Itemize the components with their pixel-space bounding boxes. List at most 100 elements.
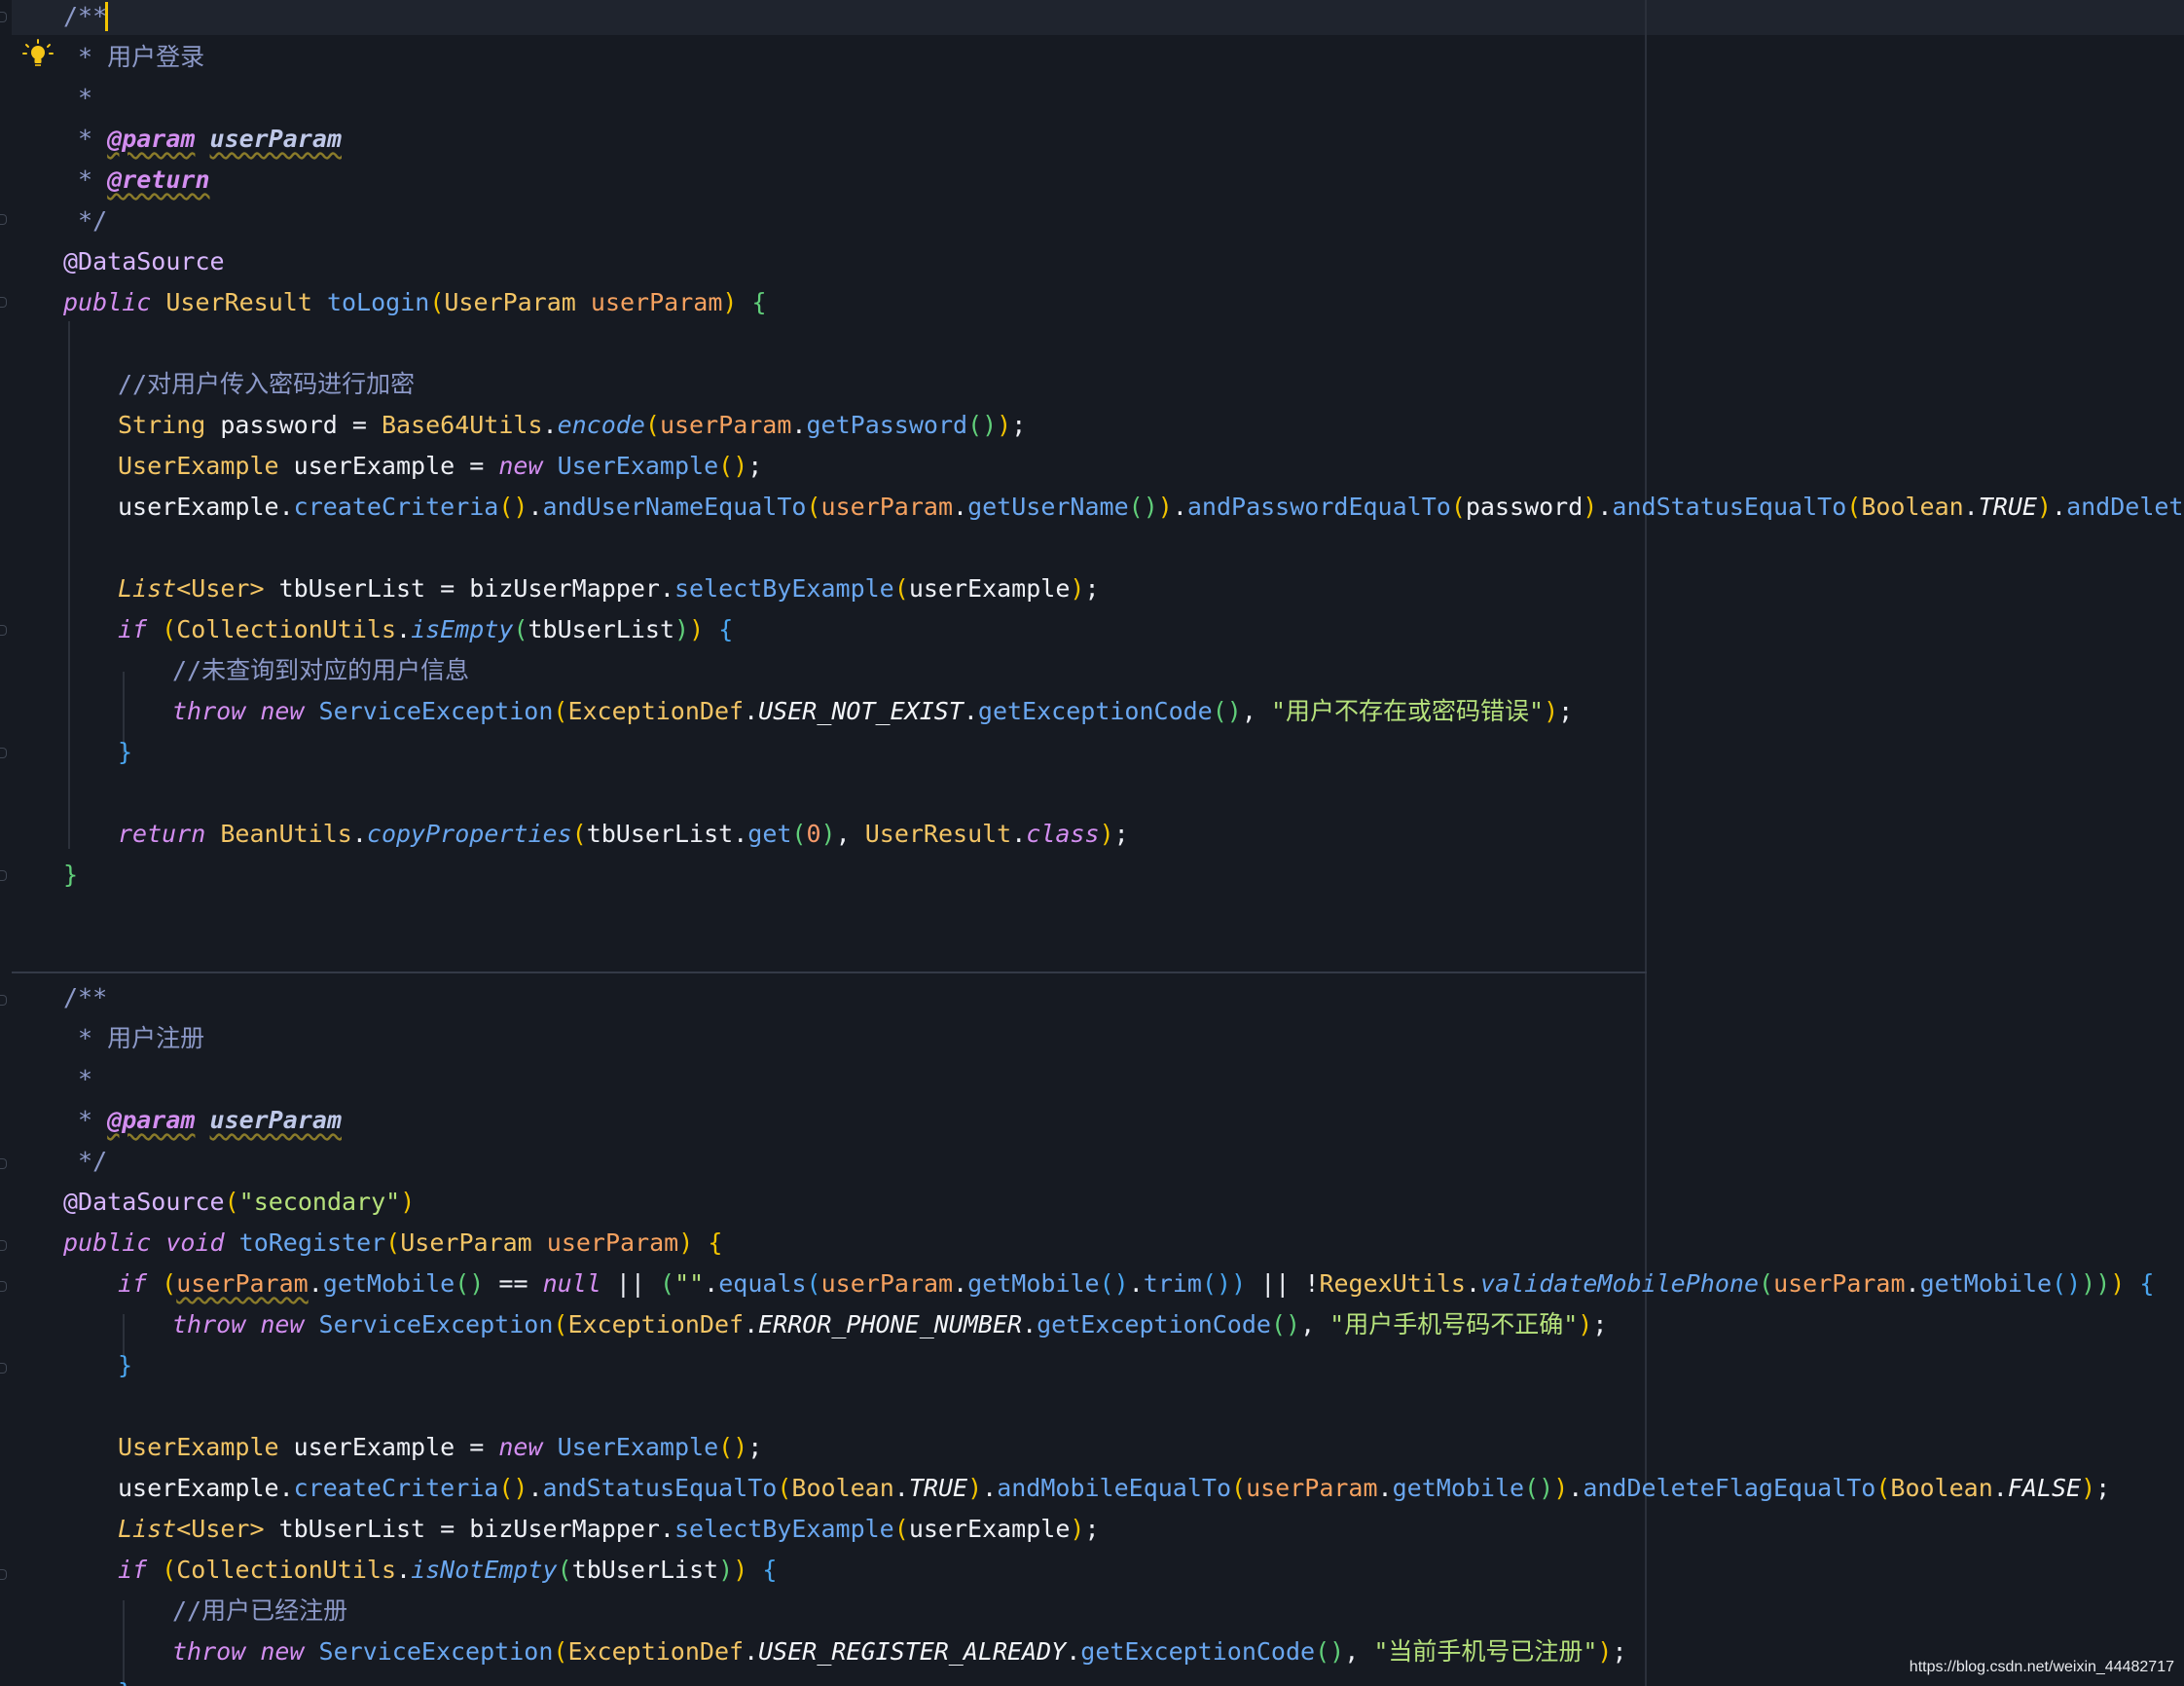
code-line: return BeanUtils.copyProperties(tbUserLi… <box>118 814 1129 855</box>
string-token: "" <box>674 1269 705 1298</box>
semicolon-token: ; <box>1558 697 1574 725</box>
code-line: throw new ServiceException(ExceptionDef.… <box>172 691 1573 732</box>
fold-marker[interactable] <box>0 995 7 1006</box>
dot-token: . <box>351 820 367 848</box>
javadoc-param-name: userParam <box>209 1106 342 1134</box>
code-line: * <box>63 78 92 119</box>
comment-token: * <box>63 125 108 153</box>
identifier-token: tbUserList = bizUserMapper. <box>264 1515 674 1543</box>
paren-token: ( <box>385 1228 401 1257</box>
method-name-token: getExceptionCode <box>1080 1637 1316 1666</box>
keyword-token: new <box>498 1433 543 1461</box>
keyword-token: if <box>118 1556 148 1584</box>
dot-token: . <box>1963 493 1979 521</box>
paren-token: ) <box>1553 1474 1569 1502</box>
parameter-token: userParam <box>546 1228 679 1257</box>
method-name-token: getPassword <box>806 411 968 439</box>
fold-marker[interactable] <box>0 12 7 22</box>
class-token: UserExample <box>118 1433 279 1461</box>
comment-token <box>195 125 209 153</box>
paren-token: ( <box>429 288 445 316</box>
code-editor[interactable]: /** * 用户登录 * * @param userParam * @retur… <box>0 0 2184 1686</box>
semicolon-token: ; <box>1612 1637 1627 1666</box>
dot-token: . <box>1022 1310 1037 1338</box>
keyword-token: throw <box>172 697 246 725</box>
static-method-token: copyProperties <box>366 820 572 848</box>
fold-marker[interactable] <box>0 1158 7 1169</box>
fold-marker[interactable] <box>0 214 7 225</box>
dot-token: . <box>278 493 294 521</box>
brace-token: { <box>762 1556 778 1584</box>
comment-token: //对用户传入密码进行加密 <box>118 370 416 398</box>
comma-token: , <box>835 820 865 848</box>
comment-token: * <box>63 43 108 71</box>
fold-marker[interactable] <box>0 1240 7 1251</box>
code-line: } <box>118 1672 132 1686</box>
code-line: * @return <box>63 160 209 201</box>
code-line: */ <box>63 201 107 241</box>
paren-token: () <box>718 452 748 480</box>
method-name-token: andDeleteFlagEqualTo <box>1583 1474 1876 1502</box>
code-line: //用户已经注册 <box>172 1591 347 1631</box>
class-token: CollectionUtils <box>176 1556 397 1584</box>
method-name-token: andMobileEqualTo <box>997 1474 1232 1502</box>
fold-marker[interactable] <box>0 625 7 636</box>
comment-token <box>195 1106 209 1134</box>
method-name-token: UserExample <box>557 1433 719 1461</box>
method-name-token: createCriteria <box>293 1474 499 1502</box>
paren-token: ( <box>557 1556 572 1584</box>
keyword-token: new <box>260 1637 305 1666</box>
editor-gutter[interactable] <box>0 0 12 1686</box>
fold-marker[interactable] <box>0 870 7 881</box>
paren-token: () <box>498 1474 528 1502</box>
class-token: UserExample <box>118 452 279 480</box>
paren-token: () <box>498 493 528 521</box>
method-name-token: selectByExample <box>673 1515 894 1543</box>
dot-token: . <box>1597 493 1613 521</box>
paren-token: ) <box>674 615 690 643</box>
semicolon-token: ; <box>1084 1515 1100 1543</box>
paren-token: ) <box>1231 1269 1247 1298</box>
dot-token: . <box>308 1269 323 1298</box>
paren-token: ( <box>553 697 568 725</box>
string-token: "当前手机号已注册" <box>1373 1637 1598 1666</box>
keyword-token: if <box>118 1269 148 1298</box>
paren-token: ) <box>1157 493 1173 521</box>
fold-marker[interactable] <box>0 1363 7 1374</box>
method-name-token: trim <box>1143 1269 1202 1298</box>
fold-marker[interactable] <box>0 748 7 758</box>
brace-token: } <box>118 1678 132 1686</box>
dot-token: . <box>1066 1637 1081 1666</box>
paren-token: ( <box>777 1474 792 1502</box>
indent-guide <box>68 321 70 849</box>
class-token: UserParam <box>444 288 576 316</box>
fold-marker[interactable] <box>0 297 7 308</box>
parameter-token: userParam <box>659 411 792 439</box>
dot-token: . <box>953 493 968 521</box>
method-name-token: andStatusEqualTo <box>542 1474 778 1502</box>
identifier-token: userExample = <box>278 452 499 480</box>
paren-token: ) <box>1099 820 1114 848</box>
semicolon-token: ; <box>1084 574 1100 603</box>
dot-token: . <box>744 697 759 725</box>
code-line: @DataSource <box>63 241 225 282</box>
javadoc-tag: @param <box>107 1106 196 1134</box>
identifier-token: userExample <box>908 1515 1071 1543</box>
fold-marker[interactable] <box>0 1569 7 1580</box>
fold-marker[interactable] <box>0 1281 7 1292</box>
keyword-token: if <box>118 615 148 643</box>
lightbulb-icon[interactable] <box>21 39 55 72</box>
code-line: } <box>63 855 78 896</box>
paren-token: ) <box>400 1188 416 1216</box>
paren-token: ) <box>2081 1269 2096 1298</box>
paren-token: ( <box>1450 493 1466 521</box>
brace-token: { <box>2139 1269 2155 1298</box>
generic-token: <User> <box>176 574 265 603</box>
comment-token: //用户已经注册 <box>172 1596 348 1625</box>
